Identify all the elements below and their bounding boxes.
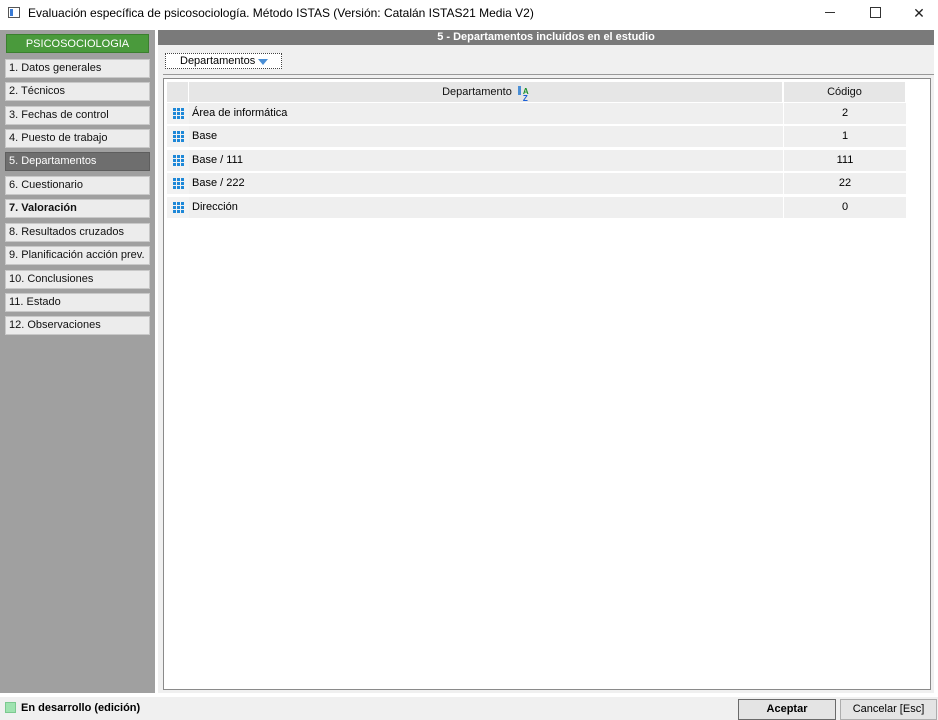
row-selector[interactable] (167, 103, 189, 124)
cell-code: 111 (784, 150, 906, 171)
sidebar-item-tecnicos[interactable]: 2. Técnicos (5, 82, 150, 101)
status-indicator-icon (5, 702, 16, 713)
grid-icon (173, 131, 184, 142)
cell-department: Base / 111 (189, 150, 783, 171)
sidebar-item-puesto-de-trabajo[interactable]: 4. Puesto de trabajo (5, 129, 150, 148)
cancel-button[interactable]: Cancelar [Esc] (840, 699, 937, 720)
sidebar-item-datos-generales[interactable]: 1. Datos generales (5, 59, 150, 78)
app-icon (8, 7, 20, 18)
minimize-button[interactable] (808, 0, 852, 26)
window-title: Evaluación específica de psicosociología… (28, 6, 534, 20)
sidebar-item-conclusiones[interactable]: 10. Conclusiones (5, 270, 150, 289)
sidebar-item-valoracion[interactable]: 7. Valoración (5, 199, 150, 218)
column-header-codigo[interactable]: Código (784, 82, 906, 102)
cell-department: Base / 222 (189, 173, 783, 194)
row-selector[interactable] (167, 197, 189, 218)
cell-department: Área de informática (189, 103, 783, 124)
table-row[interactable]: Área de informática 2 (167, 103, 907, 124)
accept-button[interactable]: Aceptar (738, 699, 836, 720)
cell-code: 1 (784, 126, 906, 147)
sidebar-item-fechas-de-control[interactable]: 3. Fechas de control (5, 106, 150, 125)
cell-code: 0 (784, 197, 906, 218)
row-selector[interactable] (167, 126, 189, 147)
sidebar-item-cuestionario[interactable]: 6. Cuestionario (5, 176, 150, 195)
sidebar-item-estado[interactable]: 11. Estado (5, 293, 150, 312)
sidebar-item-observaciones[interactable]: 12. Observaciones (5, 316, 150, 335)
grid-corner-header (167, 82, 189, 102)
grid-icon (173, 202, 184, 213)
column-header-label: Departamento (442, 86, 512, 98)
cell-code: 2 (784, 103, 906, 124)
column-header-departamento[interactable]: Departamento AZ (189, 82, 783, 103)
close-button[interactable]: ✕ (897, 0, 938, 26)
cell-code: 22 (784, 173, 906, 194)
sidebar-item-resultados-cruzados[interactable]: 8. Resultados cruzados (5, 223, 150, 242)
table-row[interactable]: Base 1 (167, 126, 907, 147)
sidebar-item-departamentos[interactable]: 5. Departamentos (5, 152, 150, 171)
sidebar: PSICOSOCIOLOGIA 1. Datos generales 2. Té… (0, 30, 155, 693)
cell-department: Base (189, 126, 783, 147)
title-bar: Evaluación específica de psicosociología… (0, 0, 938, 26)
row-selector[interactable] (167, 150, 189, 171)
table-row[interactable]: Base / 222 22 (167, 173, 907, 194)
table-row[interactable]: Dirección 0 (167, 197, 907, 218)
main-panel: 5 - Departamentos incluídos en el estudi… (158, 30, 934, 693)
departamentos-dropdown[interactable]: Departamentos (165, 53, 282, 69)
grid-icon (173, 155, 184, 166)
grid-icon (173, 108, 184, 119)
status-bar: En desarrollo (edición) Aceptar Cancelar… (0, 697, 938, 720)
divider (163, 74, 934, 75)
row-selector[interactable] (167, 173, 189, 194)
dropdown-label: Departamentos (180, 55, 256, 67)
departments-grid: Departamento AZ Código Área de informáti… (163, 78, 931, 690)
sort-az-icon: AZ (517, 85, 529, 103)
cell-department: Dirección (189, 197, 783, 218)
status-text: En desarrollo (edición) (21, 702, 141, 714)
sidebar-item-planificacion[interactable]: 9. Planificación acción prev. (5, 246, 150, 265)
chevron-down-icon (258, 59, 268, 65)
grid-icon (173, 178, 184, 189)
section-title: 5 - Departamentos incluídos en el estudi… (158, 30, 934, 45)
table-row[interactable]: Base / 111 111 (167, 150, 907, 171)
sidebar-header: PSICOSOCIOLOGIA (6, 34, 149, 53)
maximize-button[interactable] (853, 0, 897, 26)
